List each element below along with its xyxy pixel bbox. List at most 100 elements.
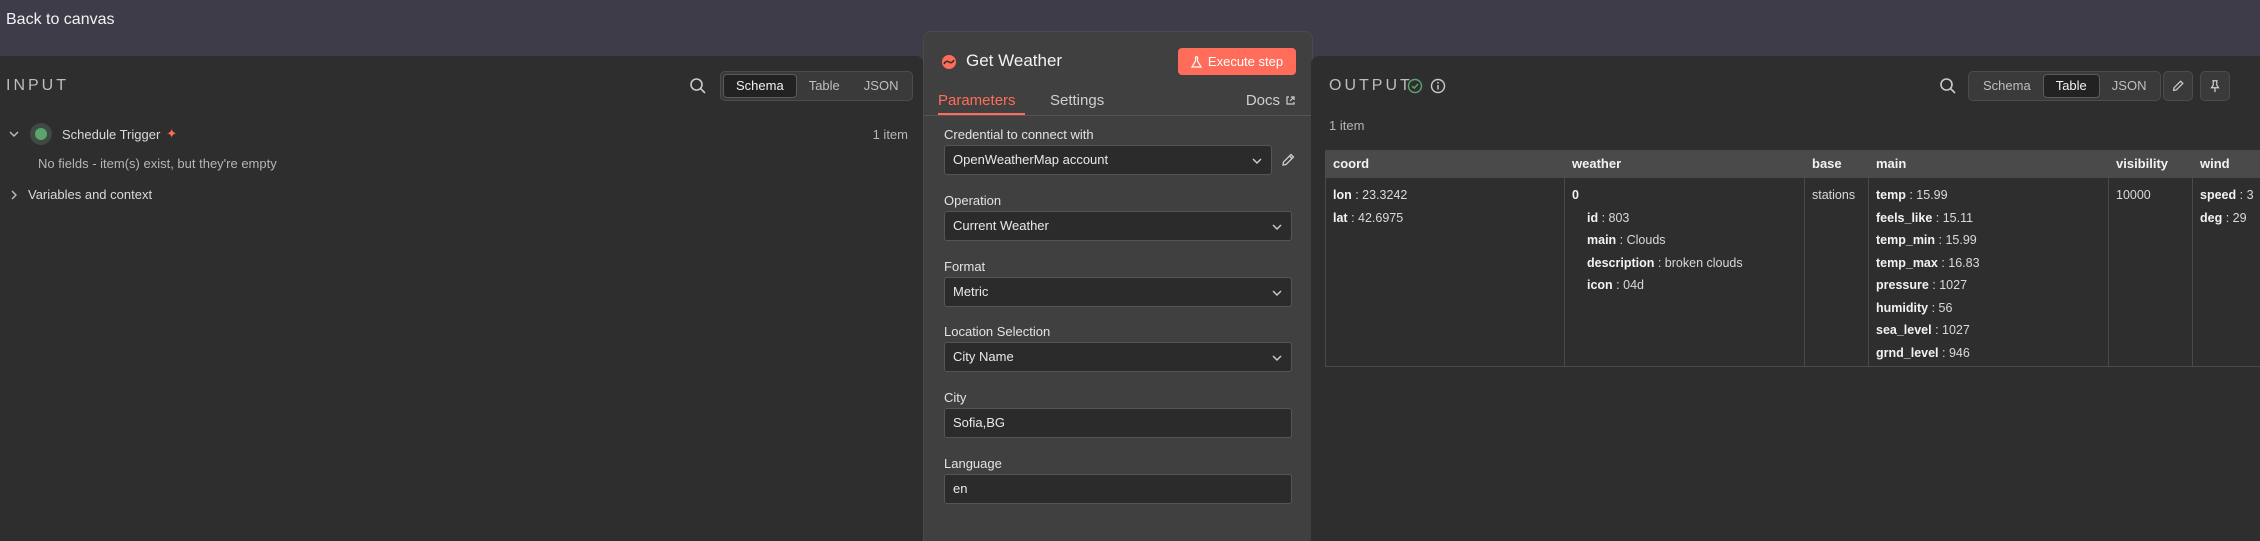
column-weather: weather 0 id : 803 main : Clouds descrip… xyxy=(1565,150,1805,366)
location-selection-value: City Name xyxy=(953,349,1014,364)
operation-value: Current Weather xyxy=(953,218,1049,233)
city-label: City xyxy=(944,390,967,405)
column-coord: coord lon : 23.3242 lat : 42.6975 xyxy=(1325,150,1565,366)
language-value: en xyxy=(953,481,968,496)
output-panel: OUTPUT Schema Table JSON 1 item coord lo… xyxy=(1311,56,2260,541)
tab-settings[interactable]: Settings xyxy=(1050,92,1104,109)
column-header: main xyxy=(1869,150,2108,178)
back-to-canvas-link[interactable]: Back to canvas xyxy=(6,11,115,29)
format-select[interactable]: Metric xyxy=(944,277,1292,307)
variables-context-row[interactable]: Variables and context xyxy=(8,187,152,202)
trigger-name: Schedule Trigger xyxy=(62,126,161,142)
column-visibility: visibility 10000 xyxy=(2109,150,2193,366)
external-link-icon xyxy=(1286,96,1295,105)
active-tab-indicator xyxy=(938,113,1025,115)
city-input[interactable]: Sofia,BG xyxy=(944,408,1292,438)
input-view-switch: Schema Table JSON xyxy=(720,71,914,101)
input-tab-json[interactable]: JSON xyxy=(852,74,911,98)
column-main: main temp : 15.99 feels_like : 15.11 tem… xyxy=(1869,150,2109,366)
credential-select[interactable]: OpenWeatherMap account xyxy=(944,145,1272,175)
location-selection-select[interactable]: City Name xyxy=(944,342,1292,372)
pin-icon xyxy=(2210,80,2220,93)
node-title: Get Weather xyxy=(966,51,1063,70)
chevron-down-icon xyxy=(1252,158,1262,164)
operation-select[interactable]: Current Weather xyxy=(944,211,1292,241)
output-tab-json[interactable]: JSON xyxy=(2100,74,2159,98)
chevron-down-icon xyxy=(1272,224,1282,230)
edit-credential-icon[interactable] xyxy=(1280,152,1296,173)
table-cell: temp_min : 15.99 xyxy=(1876,233,1977,247)
table-cell: main : Clouds xyxy=(1587,233,1666,247)
language-input[interactable]: en xyxy=(944,474,1292,504)
node-tabs: Parameters Settings Docs xyxy=(924,86,1312,116)
execute-step-button[interactable]: Execute step xyxy=(1178,48,1296,75)
execute-step-label: Execute step xyxy=(1207,54,1284,69)
language-label: Language xyxy=(944,456,1002,471)
table-cell: speed : 3 xyxy=(2200,188,2254,202)
tab-parameters[interactable]: Parameters xyxy=(938,92,1016,109)
output-view-switch: Schema Table JSON xyxy=(1968,71,2162,101)
table-cell: deg : 29 xyxy=(2200,210,2247,225)
output-tab-schema[interactable]: Schema xyxy=(1971,74,2043,98)
column-header: coord xyxy=(1326,150,1564,178)
pencil-icon xyxy=(2172,80,2184,92)
operation-label: Operation xyxy=(944,193,1002,208)
table-cell: lat : 42.6975 xyxy=(1333,210,1404,225)
table-cell: grnd_level : 946 xyxy=(1876,345,1970,360)
format-label: Format xyxy=(944,259,986,274)
success-check-icon xyxy=(1407,78,1423,99)
column-wind: wind speed : 3 deg : 29 xyxy=(2193,150,2260,366)
docs-label: Docs xyxy=(1245,92,1280,109)
node-settings-panel: Get Weather Execute step Parameters Sett… xyxy=(923,31,1313,541)
empty-fields-message: No fields - item(s) exist, but they're e… xyxy=(38,156,277,171)
format-value: Metric xyxy=(953,284,989,299)
search-icon[interactable] xyxy=(689,77,707,100)
schedule-trigger-icon xyxy=(30,123,52,145)
table-cell: humidity : 56 xyxy=(1876,300,1953,315)
output-table: coord lon : 23.3242 lat : 42.6975 weathe… xyxy=(1325,150,2260,367)
column-header: wind xyxy=(2193,150,2260,178)
city-value: Sofia,BG xyxy=(953,415,1006,430)
output-title: OUTPUT xyxy=(1329,77,1413,94)
flask-icon xyxy=(1190,55,1202,68)
schedule-trigger-row[interactable]: Schedule Trigger ✦ 1 item xyxy=(8,122,908,146)
table-cell: description : broken clouds xyxy=(1587,255,1743,270)
chevron-down-icon xyxy=(1272,355,1282,361)
table-cell: icon : 04d xyxy=(1587,278,1644,292)
pin-output-button[interactable] xyxy=(2200,71,2230,101)
table-cell: temp_max : 16.83 xyxy=(1876,255,1980,270)
column-header: visibility xyxy=(2109,150,2192,178)
credential-value: OpenWeatherMap account xyxy=(953,152,1109,167)
chevron-right-icon[interactable] xyxy=(8,189,20,201)
input-panel: INPUT Schema Table JSON Schedule Trigger… xyxy=(0,56,924,541)
table-cell: stations xyxy=(1812,188,1856,202)
output-item-count: 1 item xyxy=(1329,118,1365,133)
column-header: base xyxy=(1805,150,1868,178)
input-tab-table[interactable]: Table xyxy=(797,74,852,98)
credential-label: Credential to connect with xyxy=(944,127,1094,142)
variables-context-label: Variables and context xyxy=(28,187,153,202)
weather-node-icon xyxy=(940,53,958,76)
docs-link[interactable]: Docs xyxy=(1246,92,1296,109)
search-icon[interactable] xyxy=(1939,77,1957,100)
table-cell: sea_level : 1027 xyxy=(1876,323,1970,337)
column-header: weather xyxy=(1565,150,1804,178)
table-cell: pressure : 1027 xyxy=(1876,278,1968,292)
table-cell: feels_like : 15.11 xyxy=(1876,210,1974,225)
table-cell: lon : 23.3242 xyxy=(1333,188,1408,202)
table-cell: 0 xyxy=(1572,188,1579,202)
chevron-down-icon xyxy=(1272,290,1282,296)
table-cell: id : 803 xyxy=(1587,210,1630,225)
info-icon[interactable] xyxy=(1430,78,1446,99)
output-tab-table[interactable]: Table xyxy=(2042,74,2100,98)
input-tab-schema[interactable]: Schema xyxy=(723,74,797,98)
chevron-down-icon[interactable] xyxy=(8,128,20,140)
input-title: INPUT xyxy=(6,77,69,94)
location-selection-label: Location Selection xyxy=(944,324,1051,339)
trigger-item-count: 1 item xyxy=(872,126,908,142)
table-cell: temp : 15.99 xyxy=(1876,188,1948,202)
table-cell: 10000 xyxy=(2116,188,2151,202)
sparkle-icon: ✦ xyxy=(166,126,178,141)
column-base: base stations xyxy=(1805,150,1869,366)
edit-output-button[interactable] xyxy=(2163,71,2193,101)
